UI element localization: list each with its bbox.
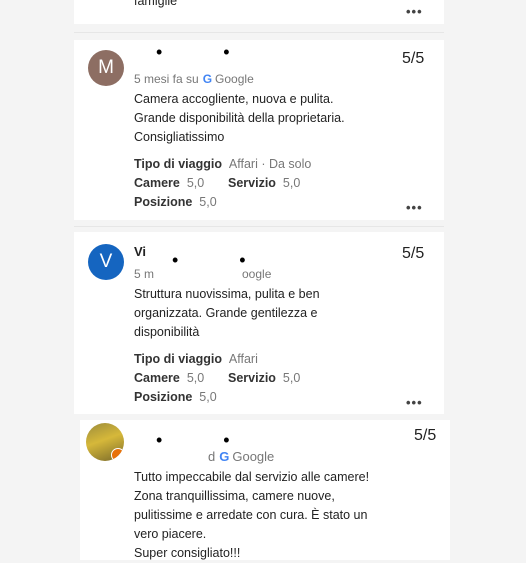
more-options-icon[interactable]: ••• bbox=[406, 395, 423, 410]
review-text: Tutto impeccabile dal servizio alle came… bbox=[134, 468, 369, 563]
review-text-line: pulitissime e arredate con cura. È stato… bbox=[134, 508, 368, 522]
position-label: Posizione bbox=[134, 390, 193, 404]
review-score: 5/5 bbox=[414, 427, 437, 444]
rating-rooms: Camere 5,0 bbox=[134, 371, 204, 385]
position-value: 5,0 bbox=[199, 390, 217, 404]
rooms-label: Camere bbox=[134, 176, 180, 190]
rating-position: Posizione 5,0 bbox=[134, 390, 217, 404]
divider bbox=[74, 226, 444, 227]
avatar-letter: V bbox=[99, 251, 113, 272]
trip-type: Tipo di viaggio Affari · Da solo bbox=[134, 157, 311, 171]
service-value: 5,0 bbox=[282, 371, 301, 385]
review-text-line: Grande disponibilità della proprietaria. bbox=[134, 111, 345, 125]
review-source: Google bbox=[232, 449, 275, 464]
google-icon: G bbox=[219, 449, 230, 464]
avatar-letter: M bbox=[98, 57, 114, 78]
more-options-icon[interactable]: ••• bbox=[406, 4, 423, 19]
local-guide-badge-icon bbox=[111, 448, 124, 461]
divider bbox=[74, 32, 444, 33]
rating-service: Servizio 5,0 bbox=[228, 371, 300, 385]
reviewer-avatar-photo bbox=[86, 423, 124, 461]
reviewer-avatar: V bbox=[88, 244, 124, 280]
rooms-label: Camere bbox=[134, 371, 180, 385]
rooms-value: 5,0 bbox=[186, 371, 205, 385]
review-score: 5/5 bbox=[402, 50, 425, 67]
trip-type-label: Tipo di viaggio bbox=[134, 157, 222, 171]
rating-position: Posizione 5,0 bbox=[134, 195, 217, 209]
review-card-previous bbox=[74, 0, 444, 24]
reviewer-name-fragment: Vi bbox=[134, 244, 147, 259]
review-text: Camera accogliente, nuova e pulita. Gran… bbox=[134, 90, 345, 147]
service-value: 5,0 bbox=[282, 176, 301, 190]
review-text-line: Tutto impeccabile dal servizio alle came… bbox=[134, 470, 370, 484]
review-text-line: Zona tranquillissima, camere nuove, bbox=[134, 489, 335, 503]
review-text-line: Super consigliato!!! bbox=[134, 546, 241, 560]
google-icon: G bbox=[202, 72, 213, 86]
position-label: Posizione bbox=[134, 195, 193, 209]
rooms-value: 5,0 bbox=[186, 176, 205, 190]
review-text-line: Struttura nuovissima, pulita e ben bbox=[134, 287, 320, 301]
service-label: Servizio bbox=[228, 371, 276, 385]
more-options-icon[interactable]: ••• bbox=[406, 200, 423, 215]
position-value: 5,0 bbox=[199, 195, 217, 209]
review-text-line: organizzata. Grande gentilezza e bbox=[134, 306, 318, 320]
review-date: 5 mesi fa su bbox=[134, 72, 199, 86]
review-source-fragment: oogle bbox=[242, 267, 272, 281]
trip-type: Tipo di viaggio Affari bbox=[134, 352, 258, 366]
review-score: 5/5 bbox=[402, 245, 425, 262]
review-text-line: Consigliatissimo bbox=[134, 130, 225, 144]
trip-type-value: Affari bbox=[228, 352, 258, 366]
review-date-fragment: d bbox=[208, 449, 216, 464]
review-meta: 5 mesi fa su G Google bbox=[134, 72, 254, 86]
rating-rooms: Camere 5,0 bbox=[134, 176, 204, 190]
previous-review-text-fragment: famiglie bbox=[134, 0, 178, 8]
review-text-line: Camera accogliente, nuova e pulita. bbox=[134, 92, 334, 106]
review-meta: d G Google bbox=[208, 449, 274, 464]
review-text-line: vero piacere. bbox=[134, 527, 207, 541]
rating-service: Servizio 5,0 bbox=[228, 176, 300, 190]
review-source: Google bbox=[215, 72, 254, 86]
review-text-line: disponibilità bbox=[134, 325, 200, 339]
review-text: Struttura nuovissima, pulita e ben organ… bbox=[134, 285, 320, 342]
reviewer-name-redacted: • • bbox=[156, 430, 258, 450]
trip-type-label: Tipo di viaggio bbox=[134, 352, 222, 366]
reviewer-name-redacted: • • bbox=[156, 42, 258, 62]
trip-type-value: Affari · Da solo bbox=[228, 157, 312, 171]
service-label: Servizio bbox=[228, 176, 276, 190]
review-date-fragment: 5 m bbox=[134, 267, 155, 281]
reviewer-avatar: M bbox=[88, 50, 124, 86]
